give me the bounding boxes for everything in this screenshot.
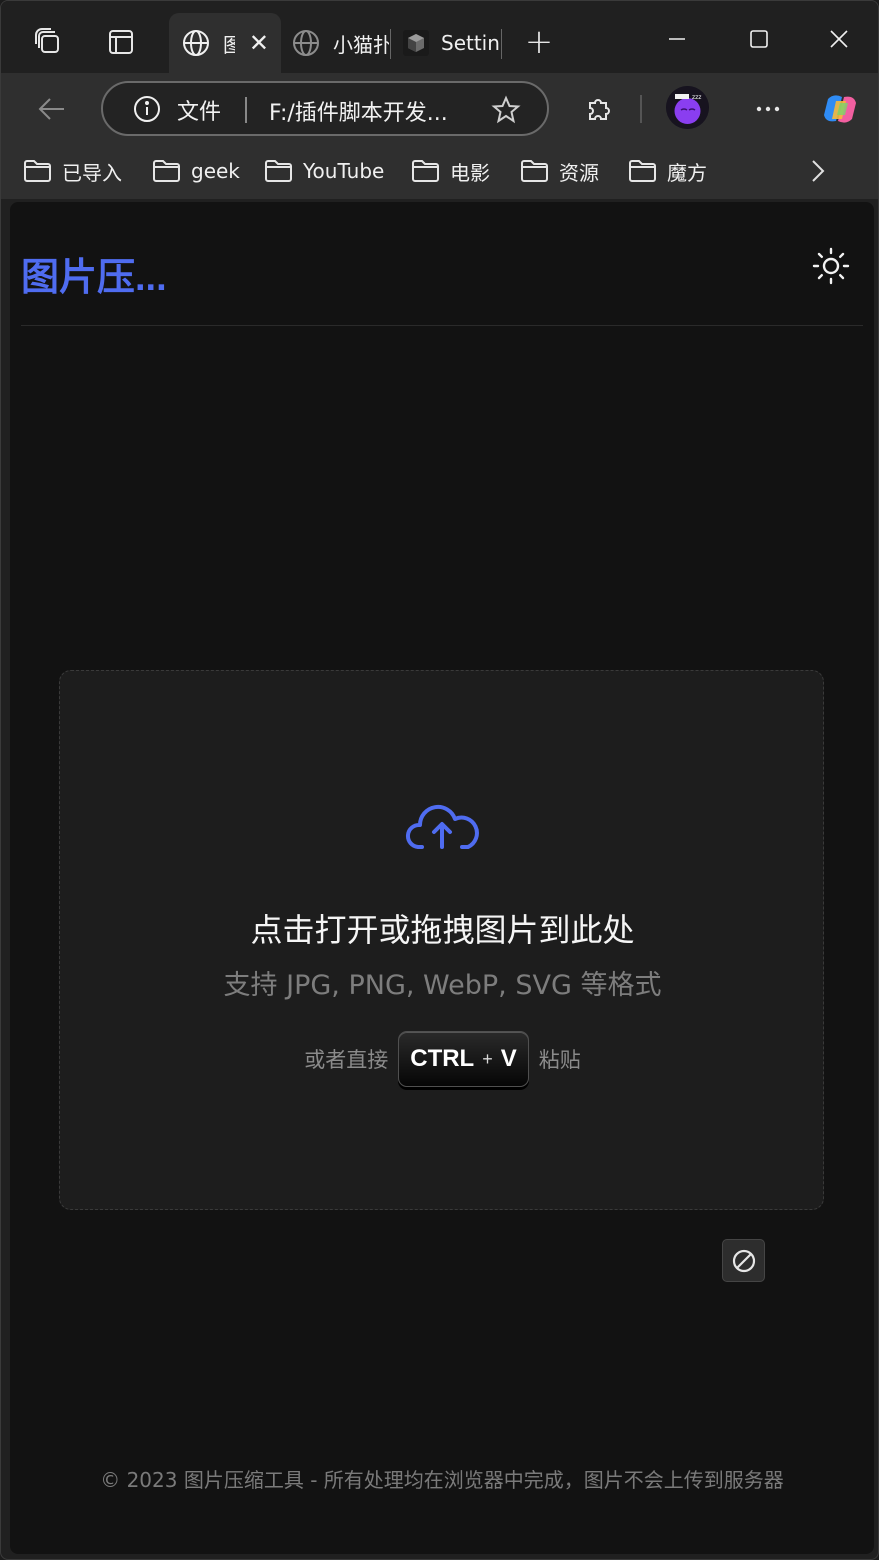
- cube-icon: [403, 30, 429, 56]
- more-icon[interactable]: [746, 87, 790, 131]
- workspaces-icon[interactable]: [29, 23, 67, 61]
- tab-strip: 图片压缩工具 ✕ 小猫扑 Settings +: [1, 1, 878, 73]
- tab-title: Settings: [441, 31, 501, 55]
- tab-settings[interactable]: Settings: [391, 13, 501, 73]
- address-bar[interactable]: 文件 F:/插件脚本开发...: [101, 81, 549, 136]
- bookmarks-bar: 已导入 geek YouTube 电影 资源 魔方: [1, 143, 878, 199]
- bookmark-label: YouTube: [303, 159, 385, 183]
- bookmark-folder-geek[interactable]: geek: [152, 155, 240, 187]
- bookmark-label: 已导入: [62, 160, 122, 185]
- close-tab-icon[interactable]: ✕: [249, 29, 269, 57]
- disable-button[interactable]: [722, 1239, 765, 1282]
- bookmark-folder-youtube[interactable]: YouTube: [264, 155, 384, 187]
- folder-icon: [153, 160, 180, 182]
- close-window-button[interactable]: [809, 17, 869, 61]
- chevron-right-icon[interactable]: [805, 157, 829, 189]
- block-icon: [732, 1249, 755, 1272]
- page-footer: © 2023 图片压缩工具 - 所有处理均在浏览器中完成，图片不会上传到服务器: [100, 1468, 784, 1492]
- info-icon[interactable]: [133, 95, 161, 127]
- cloud-upload-icon: [405, 804, 479, 849]
- tab-cat[interactable]: 小猫扑: [279, 13, 389, 73]
- bookmark-folder-imported[interactable]: 已导入: [23, 155, 122, 187]
- kbd-v: V: [500, 1045, 517, 1072]
- tab-title: 小猫扑: [333, 32, 389, 57]
- new-tab-button[interactable]: +: [520, 22, 558, 62]
- url-text[interactable]: F:/插件脚本开发...: [269, 95, 469, 127]
- tab-title: 图片压缩工具: [223, 29, 235, 58]
- puzzle-icon[interactable]: [577, 87, 621, 131]
- tab-actions-icon[interactable]: [102, 23, 140, 61]
- tab-image-compress[interactable]: 图片压缩工具 ✕: [169, 13, 281, 73]
- paste-suffix: 粘贴: [538, 1048, 581, 1072]
- bookmark-folder-cube[interactable]: 魔方: [628, 155, 707, 187]
- folder-icon: [629, 160, 656, 182]
- bookmark-label: 魔方: [667, 160, 707, 185]
- theme-toggle-button[interactable]: [811, 246, 851, 286]
- page-content: 图片压... 点击打开或拖拽图片到此处 支持 JPG, PNG, WebP, S: [10, 202, 874, 1554]
- minimize-button[interactable]: [647, 17, 707, 61]
- globe-icon: [183, 30, 209, 56]
- app-logo[interactable]: 图片压...: [21, 246, 167, 301]
- kbd-plus: +: [482, 1048, 493, 1069]
- paste-prefix: 或者直接: [304, 1048, 389, 1072]
- bookmark-label: 资源: [559, 160, 599, 185]
- copilot-icon[interactable]: [818, 87, 862, 131]
- folder-icon: [412, 160, 439, 182]
- keyboard-shortcut: CTRL + V: [398, 1031, 529, 1087]
- back-button[interactable]: [29, 87, 73, 131]
- tab-separator: [501, 29, 502, 59]
- profile-avatar[interactable]: zzz: [666, 86, 709, 129]
- folder-icon: [24, 160, 51, 182]
- svg-text:zzz: zzz: [692, 94, 701, 101]
- scheme-label: 文件: [177, 100, 222, 125]
- browser-toolbar: 文件 F:/插件脚本开发... zzz: [1, 73, 878, 143]
- sun-icon: [812, 247, 850, 285]
- toolbar-separator: [640, 95, 642, 123]
- app-header: 图片压...: [21, 202, 863, 326]
- kbd-ctrl: CTRL: [410, 1045, 475, 1072]
- globe-icon: [293, 30, 319, 56]
- folder-icon: [521, 160, 548, 182]
- dropzone-subtitle: 支持 JPG, PNG, WebP, SVG 等格式: [223, 970, 662, 1001]
- folder-icon: [265, 160, 292, 182]
- bookmark-label: 电影: [450, 160, 490, 185]
- bookmark-folder-movies[interactable]: 电影: [411, 155, 490, 187]
- bookmark-folder-resources[interactable]: 资源: [520, 155, 599, 187]
- maximize-button[interactable]: [729, 17, 789, 61]
- dropzone-title: 点击打开或拖拽图片到此处: [250, 911, 635, 949]
- address-separator: [245, 97, 247, 123]
- paste-hint: 或者直接 CTRL + V 粘贴: [60, 1031, 825, 1087]
- browser-window: 图片压缩工具 ✕ 小猫扑 Settings +: [0, 0, 879, 1560]
- favorite-star-icon[interactable]: [491, 95, 521, 129]
- bookmark-label: geek: [191, 159, 240, 183]
- upload-dropzone[interactable]: 点击打开或拖拽图片到此处 支持 JPG, PNG, WebP, SVG 等格式 …: [59, 670, 824, 1210]
